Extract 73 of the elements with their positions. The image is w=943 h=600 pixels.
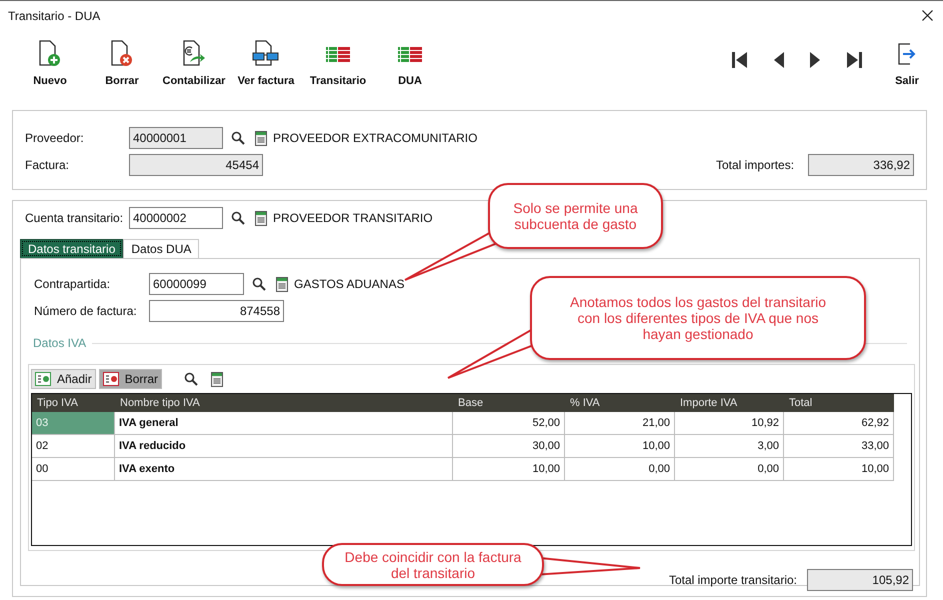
- account-name: PROVEEDOR TRANSITARIO: [273, 211, 433, 225]
- window-title: Transitario - DUA: [8, 8, 100, 22]
- table-cell: IVA reducido: [115, 435, 453, 458]
- tab[interactable]: Datos transitario: [20, 239, 124, 258]
- document-icon[interactable]: [255, 130, 267, 146]
- toolbar-button[interactable]: Contabilizar: [158, 40, 230, 92]
- next-record-icon[interactable]: [809, 51, 821, 69]
- first-record-icon[interactable]: [731, 51, 749, 69]
- search-icon[interactable]: [184, 372, 198, 386]
- toolbar-button[interactable]: Transitario: [302, 40, 374, 92]
- column-header[interactable]: % IVA: [565, 394, 675, 412]
- close-icon[interactable]: [922, 10, 933, 21]
- account-name: PROVEEDOR EXTRACOMUNITARIO: [273, 131, 478, 145]
- toolbar-button[interactable]: Ver factura: [230, 40, 302, 92]
- table-cell: 10,92: [675, 412, 784, 435]
- toolbar-button[interactable]: DUA: [374, 40, 446, 92]
- document-icon[interactable]: [255, 210, 267, 226]
- table-cell: 3,00: [675, 435, 784, 458]
- previous-record-icon[interactable]: [773, 51, 785, 69]
- document-icon[interactable]: [211, 372, 224, 386]
- table-cell: IVA general: [115, 412, 453, 435]
- field-label: Número de factura:: [34, 304, 138, 318]
- glasses-document-icon: [252, 40, 280, 68]
- table-cell: 10,00: [453, 458, 565, 481]
- account-name: GASTOS ADUANAS: [294, 277, 404, 291]
- column-header[interactable]: Tipo IVA: [32, 394, 115, 412]
- table-cell: 33,00: [784, 435, 894, 458]
- column-header[interactable]: Importe IVA: [675, 394, 784, 412]
- tab[interactable]: Datos DUA: [123, 239, 200, 258]
- table-cell: 30,00: [453, 435, 565, 458]
- callout: Debe coincidir con la factura del transitario: [322, 543, 544, 586]
- toolbar-button[interactable]: Borrar: [86, 40, 158, 92]
- toolbar-button[interactable]: Nuevo: [14, 40, 86, 92]
- field-label: Contrapartida:: [34, 277, 112, 291]
- table-cell: 03: [32, 412, 115, 435]
- column-header[interactable]: Base: [453, 394, 565, 412]
- last-record-icon[interactable]: [845, 51, 863, 69]
- table-cell: 00: [32, 458, 115, 481]
- table-cell: IVA exento: [115, 458, 453, 481]
- exit-button[interactable]: Salir: [885, 40, 929, 92]
- total-field: 336,92: [808, 154, 914, 176]
- input-field[interactable]: 40000001: [129, 127, 223, 149]
- total-label: Total importe transitario:: [668, 573, 797, 587]
- input-field[interactable]: 60000099: [149, 273, 244, 295]
- table-cell: 0,00: [565, 458, 675, 481]
- column-header[interactable]: Nombre tipo IVA: [115, 394, 453, 412]
- input-field[interactable]: 40000002: [129, 207, 223, 229]
- field-label: Proveedor:: [25, 131, 85, 145]
- add-row-icon: [35, 372, 51, 386]
- search-icon[interactable]: [231, 211, 245, 225]
- table-cell: 0,00: [675, 458, 784, 481]
- grid-button[interactable]: Añadir: [31, 369, 96, 389]
- column-header[interactable]: Total: [784, 394, 894, 412]
- table-cell: 10,00: [784, 458, 894, 481]
- table-cell: 02: [32, 435, 115, 458]
- document-icon[interactable]: [276, 276, 288, 292]
- input-field[interactable]: 45454: [129, 154, 263, 176]
- search-icon[interactable]: [252, 277, 266, 291]
- delete-row-icon: [102, 372, 119, 386]
- total-label: Total importes:: [716, 158, 796, 172]
- table-cell: 52,00: [453, 412, 565, 435]
- table-cell: 10,00: [565, 435, 675, 458]
- total-field: 105,92: [807, 569, 913, 591]
- grid-button[interactable]: Borrar: [98, 369, 162, 389]
- callout: Anotamos todos los gastos del transitario con los diferentes tipos de IVA que nos hayan gestionado: [530, 276, 866, 360]
- callout: Solo se permite una subcuenta de gasto: [488, 183, 663, 249]
- table-cell: 21,00: [565, 412, 675, 435]
- field-label: Factura:: [25, 158, 70, 172]
- field-label: Cuenta transitario:: [25, 211, 124, 225]
- table-cell: 62,92: [784, 412, 894, 435]
- group-title: Datos IVA: [33, 336, 86, 350]
- input-field[interactable]: 874558: [149, 300, 284, 322]
- search-icon[interactable]: [231, 131, 245, 145]
